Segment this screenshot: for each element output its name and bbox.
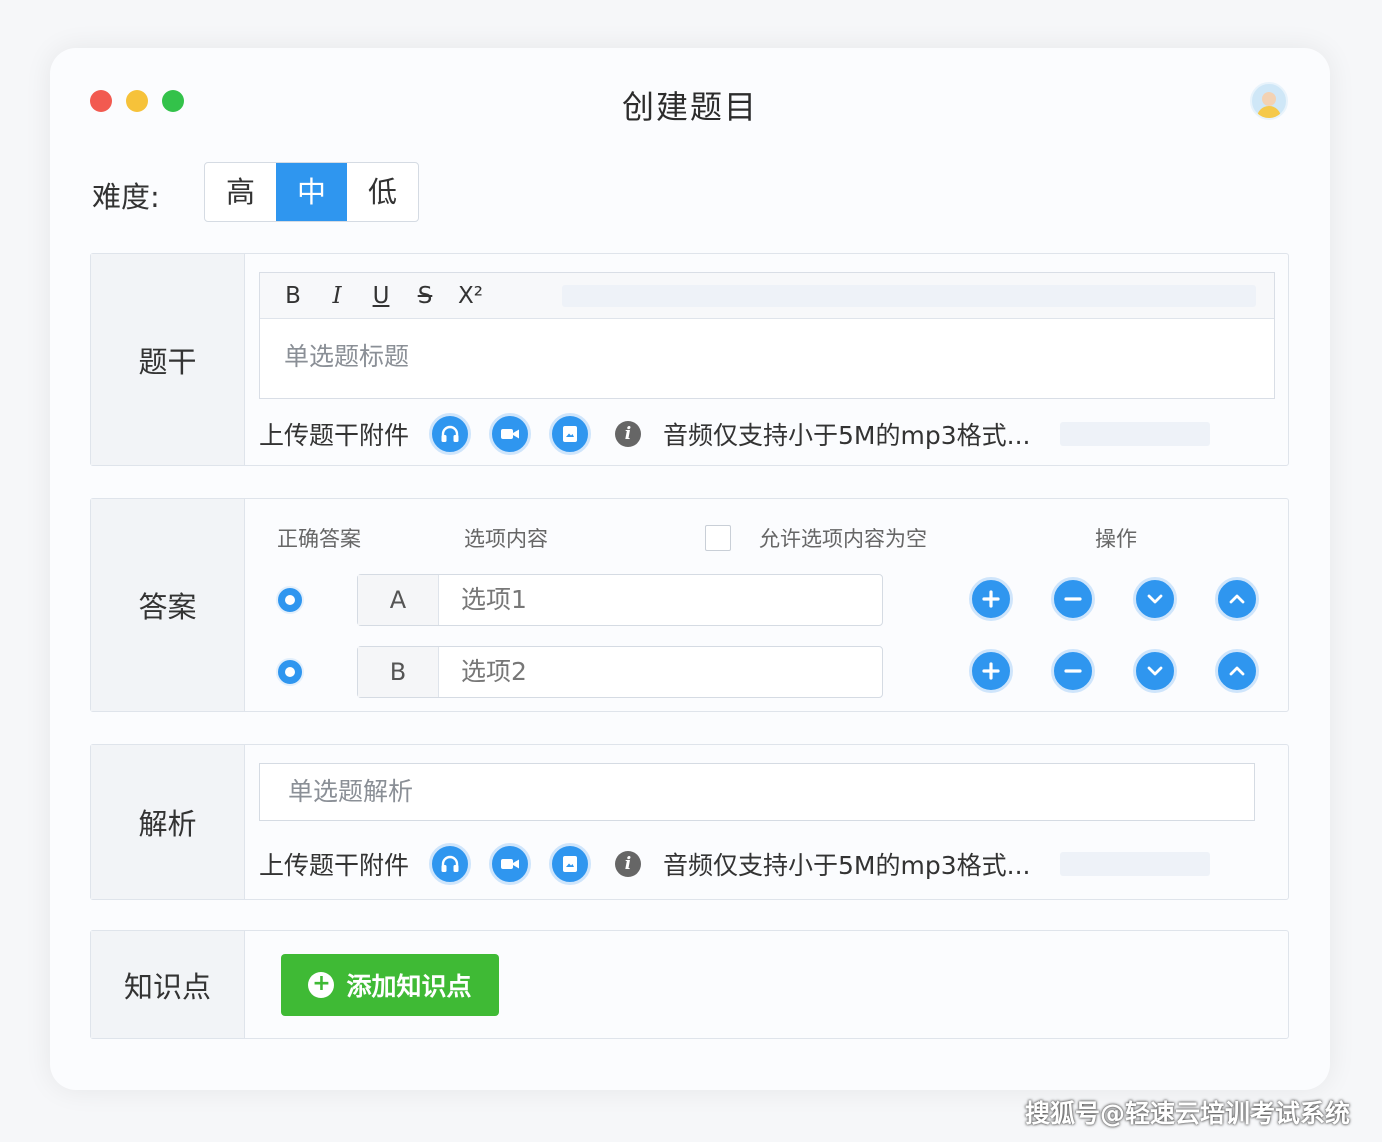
window-title: 创建题目 <box>621 88 758 126</box>
option-row: A 选项1 <box>245 574 1289 626</box>
stem-input[interactable]: 单选题标题 <box>260 319 1274 391</box>
option-letter: A <box>358 575 439 625</box>
knowledge-label: 知识点 <box>91 931 245 1038</box>
move-up-icon[interactable] <box>1215 577 1259 621</box>
watermark: 搜狐号@轻速云培训考试系统 <box>1024 1099 1350 1128</box>
video-camera-icon[interactable] <box>489 413 532 455</box>
knowledge-card: 知识点 + 添加知识点 <box>90 930 1289 1039</box>
italic-button[interactable]: I <box>326 283 348 309</box>
strikethrough-button[interactable]: S <box>414 283 436 309</box>
superscript-button[interactable]: X² <box>458 283 483 309</box>
remove-option-icon[interactable] <box>1051 577 1095 621</box>
analysis-upload-label: 上传题干附件 <box>259 851 410 880</box>
stem-upload-label: 上传题干附件 <box>259 421 410 450</box>
create-question-window: 创建题目 难度: 高 中 低 题干 B I U S X² 单选题标题 上传题干附… <box>50 48 1330 1090</box>
stem-label: 题干 <box>91 254 245 465</box>
plus-circle-icon: + <box>308 972 335 998</box>
move-up-icon[interactable] <box>1215 649 1259 693</box>
bold-button[interactable]: B <box>282 283 304 309</box>
add-knowledge-button[interactable]: + 添加知识点 <box>281 954 499 1016</box>
option-input[interactable]: A 选项1 <box>357 574 883 626</box>
analysis-card: 解析 单选题解析 上传题干附件 i 音频仅支持小于5M的mp3格式... <box>90 744 1289 900</box>
correct-answer-radio[interactable] <box>276 658 304 686</box>
difficulty-selector: 高 中 低 <box>204 162 419 222</box>
editor-toolbar: B I U S X² <box>260 273 1274 319</box>
video-camera-icon[interactable] <box>489 843 532 885</box>
option-input[interactable]: B 选项2 <box>357 646 883 698</box>
analysis-upload-row: 上传题干附件 i 音频仅支持小于5M的mp3格式... <box>259 842 1275 886</box>
actions-header: 操作 <box>1095 527 1137 551</box>
toolbar-placeholder <box>562 284 1256 307</box>
add-option-icon[interactable] <box>969 649 1013 693</box>
info-icon: i <box>615 851 642 877</box>
headphones-icon[interactable] <box>429 843 472 885</box>
difficulty-medium[interactable]: 中 <box>276 163 347 221</box>
option-row: B 选项2 <box>245 646 1289 698</box>
remove-option-icon[interactable] <box>1051 649 1095 693</box>
allow-empty-label: 允许选项内容为空 <box>759 527 927 551</box>
correct-answer-header: 正确答案 <box>277 527 361 551</box>
info-icon: i <box>615 421 642 447</box>
analysis-upload-hint: 音频仅支持小于5M的mp3格式... <box>663 851 1031 880</box>
stem-card: 题干 B I U S X² 单选题标题 上传题干附件 i 音频仅支持小于5M的m… <box>90 253 1289 466</box>
option-text[interactable]: 选项1 <box>439 575 527 625</box>
option-text[interactable]: 选项2 <box>439 647 527 697</box>
difficulty-high[interactable]: 高 <box>205 163 276 221</box>
answer-card: 答案 正确答案 选项内容 允许选项内容为空 操作 A 选项1 B 选项2 <box>90 498 1289 712</box>
headphones-icon[interactable] <box>429 413 472 455</box>
image-file-icon[interactable] <box>549 413 592 455</box>
avatar[interactable] <box>1250 82 1288 120</box>
hint-placeholder <box>1060 422 1211 446</box>
move-down-icon[interactable] <box>1133 649 1177 693</box>
stem-upload-row: 上传题干附件 i 音频仅支持小于5M的mp3格式... <box>259 412 1275 456</box>
answer-label: 答案 <box>91 499 245 711</box>
stem-upload-hint: 音频仅支持小于5M的mp3格式... <box>663 421 1031 450</box>
image-file-icon[interactable] <box>549 843 592 885</box>
add-knowledge-label: 添加知识点 <box>346 972 472 1001</box>
stem-editor[interactable]: B I U S X² 单选题标题 <box>259 272 1275 399</box>
option-letter: B <box>358 647 439 697</box>
hint-placeholder <box>1060 852 1211 876</box>
add-option-icon[interactable] <box>969 577 1013 621</box>
analysis-label: 解析 <box>91 745 245 899</box>
analysis-input[interactable]: 单选题解析 <box>259 763 1255 821</box>
difficulty-label: 难度: <box>92 180 160 214</box>
move-down-icon[interactable] <box>1133 577 1177 621</box>
difficulty-low[interactable]: 低 <box>347 163 418 221</box>
correct-answer-radio[interactable] <box>276 586 304 614</box>
underline-button[interactable]: U <box>370 283 392 309</box>
option-content-header: 选项内容 <box>464 527 548 551</box>
allow-empty-checkbox[interactable] <box>705 525 731 551</box>
